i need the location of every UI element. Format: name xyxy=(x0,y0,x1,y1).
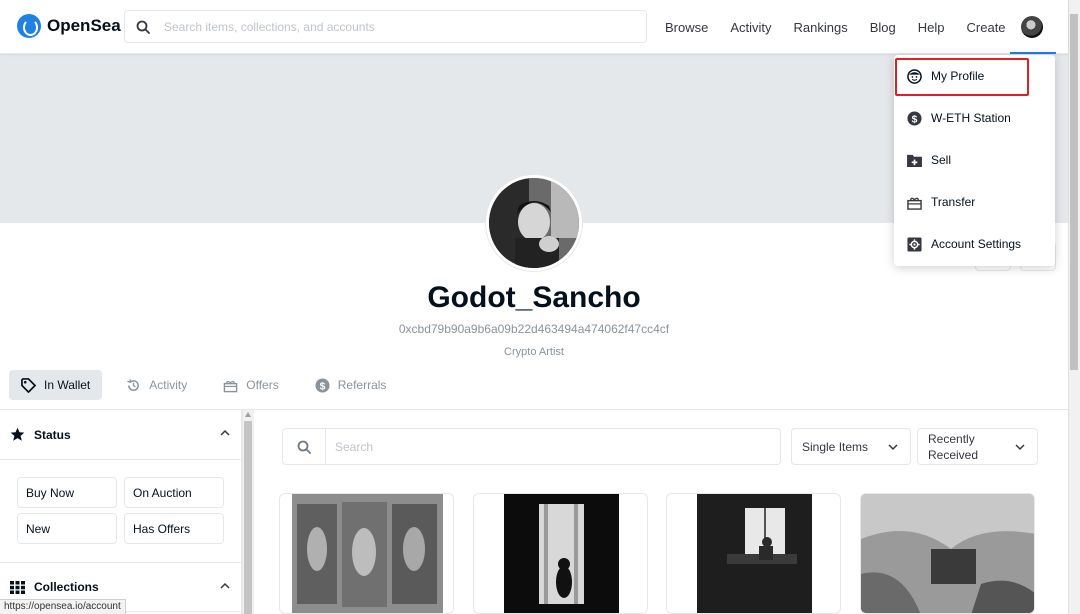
chevron-up-icon[interactable] xyxy=(220,429,230,436)
global-search[interactable] xyxy=(124,10,647,43)
tag-icon xyxy=(21,377,36,393)
star-icon xyxy=(10,427,25,441)
menu-item-sell[interactable]: Sell xyxy=(894,139,1055,181)
opensea-logo[interactable]: OpenSea xyxy=(17,14,121,38)
menu-item-account-settings-label: Account Settings xyxy=(931,237,1022,251)
filter-buy-now-button[interactable]: Buy Now xyxy=(17,477,117,508)
tab-offers[interactable]: Offers xyxy=(211,370,290,400)
svg-text:$: $ xyxy=(912,114,918,125)
nft-card[interactable] xyxy=(666,493,841,614)
chevron-down-icon xyxy=(1015,444,1025,451)
sort-select[interactable]: Recently Received xyxy=(917,428,1038,465)
menu-item-account-settings[interactable]: Account Settings xyxy=(894,223,1055,265)
svg-text:$: $ xyxy=(319,381,325,392)
history-icon xyxy=(127,378,140,391)
account-dropdown-menu: My Profile $ W-ETH Station Sell Transfer… xyxy=(894,55,1055,266)
menu-item-sell-label: Sell xyxy=(931,153,952,167)
grid-icon xyxy=(10,580,25,594)
nav-activity[interactable]: Activity xyxy=(730,20,771,35)
browser-status-url: https://opensea.io/account xyxy=(0,599,126,614)
nav-browse[interactable]: Browse xyxy=(665,20,708,35)
sidebar-scrollbar-thumb[interactable] xyxy=(244,421,252,614)
chevron-up-icon[interactable] xyxy=(220,582,230,589)
tab-offers-label: Offers xyxy=(246,378,279,392)
nft-card[interactable] xyxy=(473,493,648,614)
wallet-address[interactable]: 0xcbd79b90a9b6a09b22d463494a474062f47cc4… xyxy=(0,322,1068,336)
menu-item-transfer-label: Transfer xyxy=(931,195,976,209)
offers-icon xyxy=(223,380,238,392)
tab-activity-label: Activity xyxy=(149,378,188,392)
filter-has-offers-button[interactable]: Has Offers xyxy=(124,513,224,544)
item-type-value: Single Items xyxy=(802,439,869,454)
top-header: OpenSea Browse Activity Rankings Blog He… xyxy=(0,0,1068,54)
nft-image xyxy=(504,494,619,613)
status-filter-header[interactable]: Status xyxy=(0,410,242,460)
collections-filter-title: Collections xyxy=(34,580,99,594)
nav-help[interactable]: Help xyxy=(918,20,945,35)
nav-blog[interactable]: Blog xyxy=(870,20,896,35)
profile-tabs: In Wallet Activity Offers $ Referrals xyxy=(9,370,410,400)
profile-avatar xyxy=(486,175,582,271)
menu-item-transfer[interactable]: Transfer xyxy=(894,181,1055,223)
chevron-down-icon xyxy=(888,444,898,451)
tab-in-wallet[interactable]: In Wallet xyxy=(9,370,103,400)
nft-image xyxy=(697,494,812,613)
profile-icon xyxy=(907,68,922,84)
search-icon xyxy=(136,20,150,34)
nft-image xyxy=(861,494,1034,613)
nav-create[interactable]: Create xyxy=(967,20,1006,35)
settings-icon xyxy=(907,236,922,252)
dollar-icon: $ xyxy=(315,377,330,393)
menu-item-weth-station[interactable]: $ W-ETH Station xyxy=(894,97,1055,139)
main-nav: Browse Activity Rankings Blog Help Creat… xyxy=(665,0,1006,54)
search-icon xyxy=(297,440,311,454)
filter-new-button[interactable]: New xyxy=(17,513,117,544)
nav-rankings[interactable]: Rankings xyxy=(794,20,848,35)
profile-bio: Crypto Artist xyxy=(504,346,564,358)
global-search-input[interactable] xyxy=(164,19,624,34)
nft-card[interactable] xyxy=(860,493,1035,614)
tab-activity[interactable]: Activity xyxy=(114,370,199,400)
gift-icon xyxy=(907,197,922,210)
account-active-indicator xyxy=(1010,52,1056,54)
item-type-select[interactable]: Single Items xyxy=(791,428,911,465)
account-avatar-button[interactable] xyxy=(1021,16,1043,38)
filter-on-auction-button[interactable]: On Auction xyxy=(124,477,224,508)
tab-referrals[interactable]: $ Referrals xyxy=(303,370,399,400)
items-search[interactable] xyxy=(282,428,781,465)
tab-in-wallet-label: In Wallet xyxy=(44,378,91,392)
menu-item-my-profile[interactable]: My Profile xyxy=(894,55,1055,97)
page-scrollbar-thumb[interactable] xyxy=(1070,14,1078,370)
status-filter-title: Status xyxy=(34,427,71,442)
nft-image xyxy=(292,494,443,613)
opensea-logo-icon xyxy=(17,14,41,38)
menu-item-weth-station-label: W-ETH Station xyxy=(931,111,1011,125)
nft-card[interactable] xyxy=(279,493,454,614)
logo-text: OpenSea xyxy=(47,16,121,35)
items-search-input[interactable] xyxy=(335,439,755,454)
items-search-icon-box xyxy=(283,429,326,464)
tab-referrals-label: Referrals xyxy=(337,378,387,392)
sort-value: Recently Received xyxy=(928,431,979,462)
sell-folder-icon xyxy=(907,154,922,167)
menu-item-my-profile-label: My Profile xyxy=(931,69,985,83)
dollar-icon: $ xyxy=(907,110,922,126)
profile-username: Godot_Sancho xyxy=(427,281,641,314)
sidebar-scroll-up-arrow[interactable] xyxy=(245,412,251,417)
